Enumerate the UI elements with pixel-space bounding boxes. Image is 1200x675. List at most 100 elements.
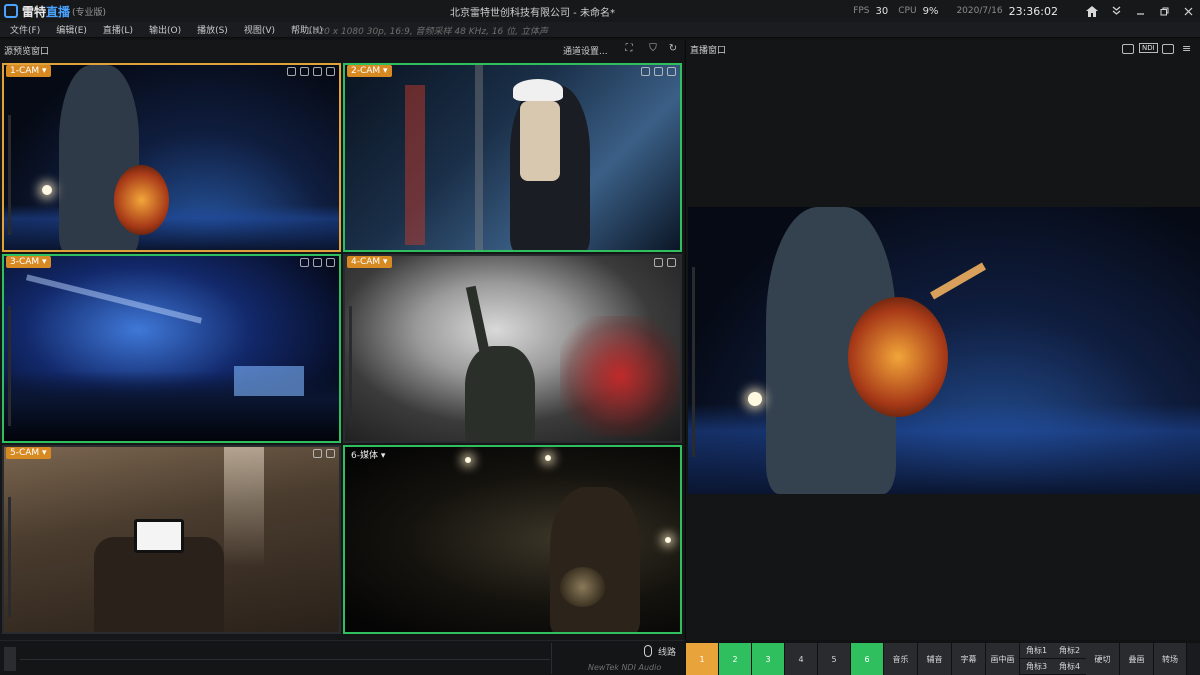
audio-meter-4 xyxy=(349,306,352,426)
restore-icon[interactable] xyxy=(1152,0,1176,22)
color-icon[interactable] xyxy=(300,258,309,267)
subtitle-button[interactable]: 字幕 xyxy=(952,643,986,675)
microphone-icon[interactable] xyxy=(644,645,652,657)
person-icon[interactable] xyxy=(313,258,322,267)
audio-meter-3 xyxy=(8,306,11,426)
grid-icon[interactable] xyxy=(326,449,335,458)
source-tile-1[interactable]: 1-CAM ▾ xyxy=(2,63,341,252)
guitar-shape xyxy=(848,297,948,417)
aux-audio-button[interactable]: 辅音 xyxy=(918,643,952,675)
switch-button-3[interactable]: 3 xyxy=(752,643,785,675)
menu-file[interactable]: 文件(F) xyxy=(10,23,40,36)
corner-logo-1-button[interactable]: 角标1 xyxy=(1020,643,1053,659)
crowd-silhouette xyxy=(4,205,339,250)
tile-icons-1 xyxy=(287,67,335,76)
grid-icon[interactable] xyxy=(667,67,676,76)
pip-button[interactable]: 画中画 xyxy=(986,643,1020,675)
tile-label-6[interactable]: 6-媒体 ▾ xyxy=(347,447,389,462)
corner-logo-2-button[interactable]: 角标2 xyxy=(1053,643,1086,659)
fullscreen-icon[interactable]: ⛶ xyxy=(622,43,636,56)
phone-shape xyxy=(134,519,184,553)
menu-live[interactable]: 直播(L) xyxy=(103,23,133,36)
ndi-output-button[interactable]: NDI xyxy=(1139,43,1158,53)
audio-divider xyxy=(551,643,552,674)
brand-name-2: 直播 xyxy=(46,4,71,19)
switch-button-2[interactable]: 2 xyxy=(719,643,752,675)
tile-label-1[interactable]: 1-CAM ▾ xyxy=(6,65,51,77)
person-icon[interactable] xyxy=(654,258,663,267)
source-preview-panel: 源预览窗口 通道设置... ⛶ ⛉ ↻ 1-CAM ▾ 2-CAM ▾ 3-CA… xyxy=(0,40,684,640)
camera-feed-2 xyxy=(345,65,680,250)
performer-figure xyxy=(465,346,535,441)
source-tile-2[interactable]: 2-CAM ▾ xyxy=(343,63,682,252)
camera-feed-1 xyxy=(4,65,339,250)
fps-label: FPS xyxy=(853,6,870,16)
source-tile-3[interactable]: 3-CAM ▾ xyxy=(2,254,341,443)
color-icon[interactable] xyxy=(287,67,296,76)
tile-icons-3 xyxy=(300,258,335,267)
menu-view[interactable]: 视图(V) xyxy=(244,23,275,36)
cpu-value: 9% xyxy=(922,5,939,17)
color-icon[interactable] xyxy=(313,449,322,458)
person-icon[interactable] xyxy=(654,67,663,76)
tile-label-2[interactable]: 2-CAM ▾ xyxy=(347,65,392,77)
tile-label-5[interactable]: 5-CAM ▾ xyxy=(6,447,51,459)
comment-icon[interactable] xyxy=(1162,44,1174,54)
source-grid: 1-CAM ▾ 2-CAM ▾ 3-CAM ▾ 4-CAM ▾ 5-CAM ▾ … xyxy=(2,63,684,637)
music-button[interactable]: 音乐 xyxy=(884,643,918,675)
minimize-icon[interactable] xyxy=(1128,0,1152,22)
grid-icon[interactable] xyxy=(326,67,335,76)
dj-hair xyxy=(520,101,560,181)
light-ray xyxy=(224,447,264,567)
grid-icon[interactable] xyxy=(667,258,676,267)
grid-icon[interactable] xyxy=(326,258,335,267)
program-panel-title: 直播窗口 xyxy=(690,45,727,56)
speaker-icon[interactable] xyxy=(313,67,322,76)
corner-logo-group-a: 角标1 角标3 xyxy=(1020,643,1053,675)
clock-display: 23:36:02 xyxy=(1008,4,1058,18)
source-tile-4[interactable]: 4-CAM ▾ xyxy=(343,254,682,443)
tile-label-4[interactable]: 4-CAM ▾ xyxy=(347,256,392,268)
light-beam xyxy=(25,274,203,324)
tile-label-3[interactable]: 3-CAM ▾ xyxy=(6,256,51,268)
audio-fader[interactable] xyxy=(4,647,16,671)
audio-line-label[interactable]: 线路 xyxy=(658,645,676,658)
red-smoke xyxy=(560,316,680,436)
menu-edit[interactable]: 编辑(E) xyxy=(56,23,87,36)
menu-output[interactable]: 输出(O) xyxy=(149,23,181,36)
refresh-icon[interactable]: ↻ xyxy=(666,43,680,56)
switch-button-5[interactable]: 5 xyxy=(818,643,851,675)
transition-button[interactable]: 转场 xyxy=(1154,643,1187,675)
menu-icon[interactable]: ≡ xyxy=(1182,42,1191,55)
source-tile-6[interactable]: 6-媒体 ▾ xyxy=(343,445,682,634)
switch-button-6[interactable]: 6 xyxy=(851,643,884,675)
chat-icon[interactable] xyxy=(1122,44,1134,54)
home-icon[interactable] xyxy=(1080,0,1104,22)
menu-playback[interactable]: 播放(S) xyxy=(197,23,228,36)
corner-logo-3-button[interactable]: 角标3 xyxy=(1020,659,1053,675)
title-status: FPS 30 CPU 9% 2020/7/16 23:36:02 xyxy=(843,0,1200,22)
truss-bar xyxy=(475,65,483,250)
color-icon[interactable] xyxy=(641,67,650,76)
program-feed xyxy=(688,207,1200,494)
media-feed-6 xyxy=(345,447,680,632)
camera-feed-3 xyxy=(4,256,339,441)
switch-button-1[interactable]: 1 xyxy=(686,643,719,675)
switch-button-4[interactable]: 4 xyxy=(785,643,818,675)
close-icon[interactable] xyxy=(1176,0,1200,22)
collapse-icon[interactable] xyxy=(1104,0,1128,22)
audio-track xyxy=(20,659,550,660)
stage-light xyxy=(665,537,671,543)
channel-settings-button[interactable]: 通道设置... xyxy=(563,44,608,57)
shield-icon[interactable]: ⛉ xyxy=(646,43,660,56)
guitar-shape xyxy=(114,165,169,235)
corner-logo-4-button[interactable]: 角标4 xyxy=(1053,659,1086,675)
date-display: 2020/7/16 xyxy=(956,6,1003,16)
audio-device-name: NewTek NDI Audio xyxy=(588,663,662,672)
arena-stage xyxy=(234,366,304,396)
corner-logo-group-b: 角标2 角标4 xyxy=(1053,643,1086,675)
source-tile-5[interactable]: 5-CAM ▾ xyxy=(2,445,341,634)
hard-cut-button[interactable]: 硬切 xyxy=(1086,643,1120,675)
dissolve-button[interactable]: 叠画 xyxy=(1120,643,1154,675)
person-icon[interactable] xyxy=(300,67,309,76)
